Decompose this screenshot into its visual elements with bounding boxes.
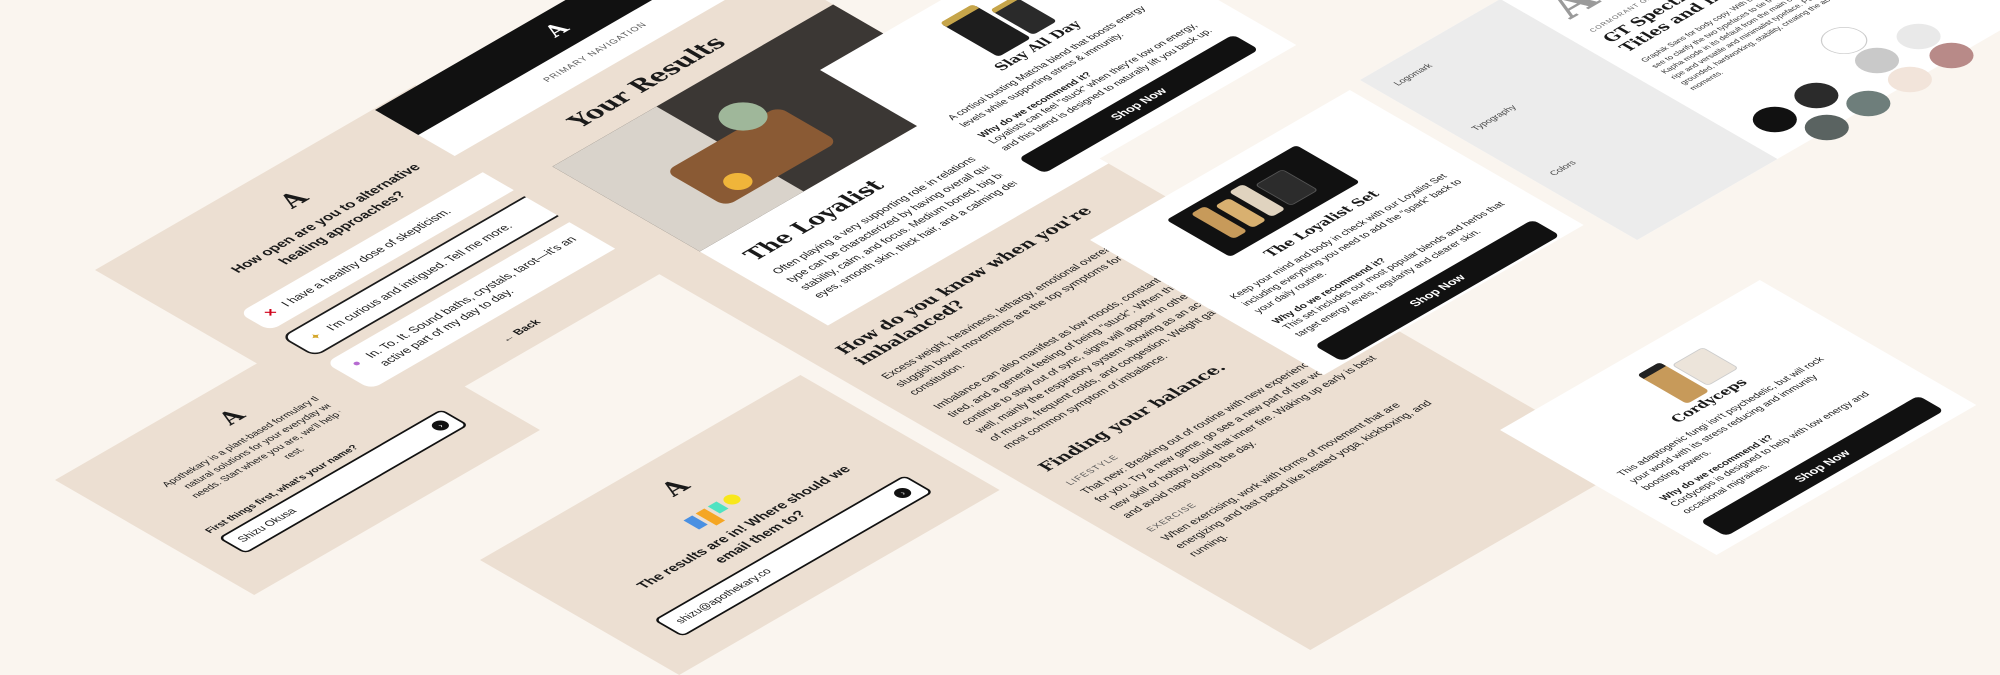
color-swatch [1795,109,1858,146]
logo: A [1533,0,1611,25]
color-swatch [1784,77,1848,114]
nav-colors[interactable]: Colors [1547,107,1668,177]
product-card-cordyceps: Cordyceps This adaptogenic fungi isn't p… [1500,280,1977,555]
color-swatch [1743,101,1806,138]
sparkle-icon: ✦ [305,330,327,343]
color-swatch [1836,85,1900,122]
lightbulb-icon [719,492,745,507]
submit-arrow-icon[interactable]: › [428,418,453,433]
x-icon: ✕ [260,306,282,319]
submit-arrow-icon[interactable]: › [890,485,915,500]
logo[interactable]: A [538,19,575,41]
nav-logomark[interactable]: Logomark [1391,17,1512,87]
nav-typography[interactable]: Typography [1469,62,1590,132]
crystal-icon: ● [347,357,366,369]
